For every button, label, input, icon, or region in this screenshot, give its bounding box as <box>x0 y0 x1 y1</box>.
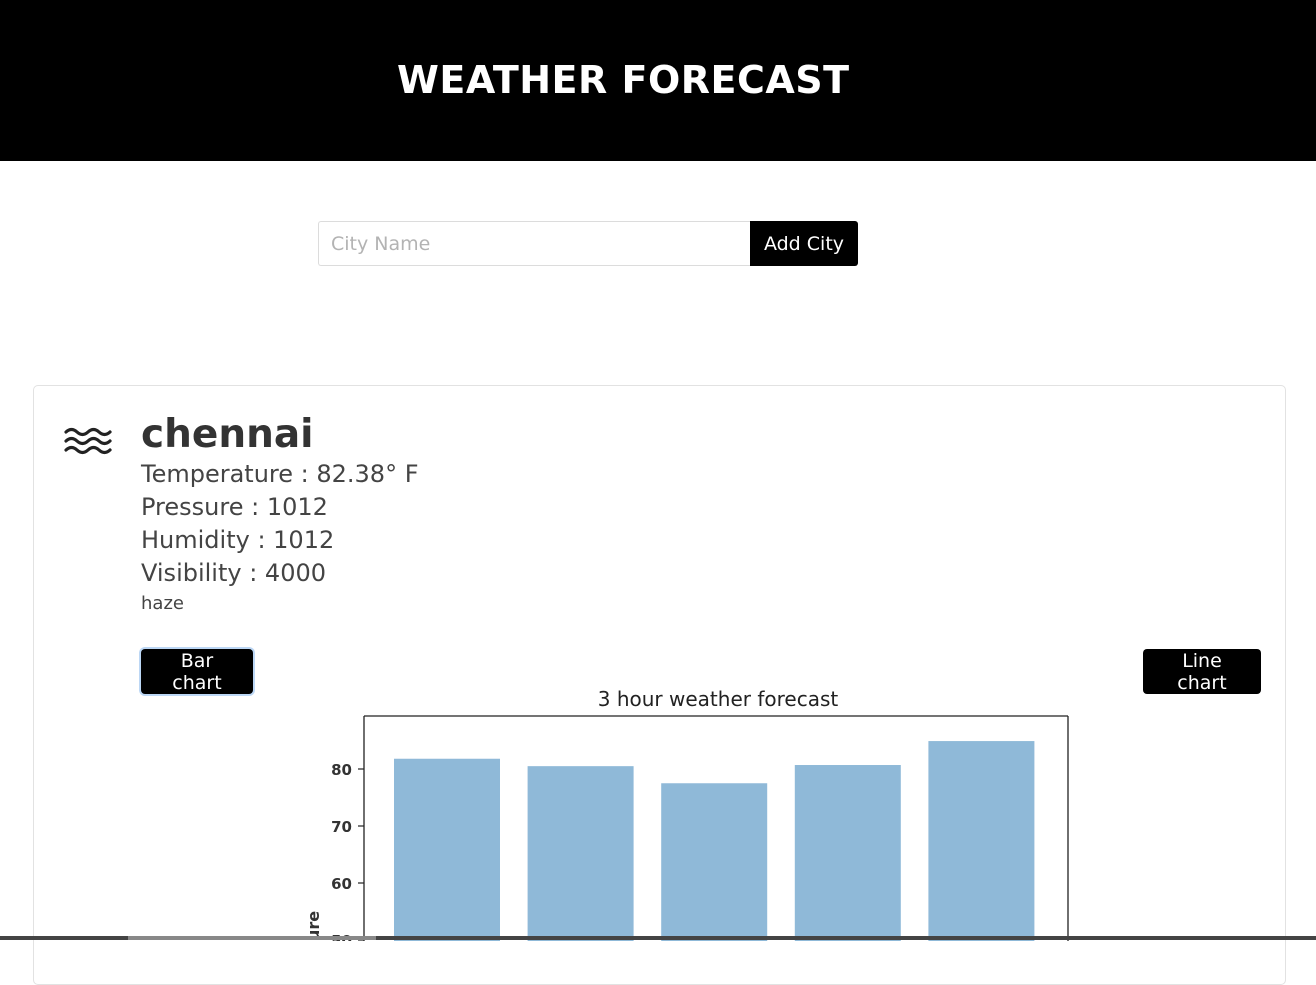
temperature-text: Temperature : 82.38° F <box>141 460 419 488</box>
forecast-bar-chart: 3 hour weather forecast80706050ure <box>304 687 1069 941</box>
visibility-text: Visibility : 4000 <box>141 559 327 587</box>
add-city-form: Add City <box>318 221 858 266</box>
page-header: WEATHER FORECAST <box>0 0 1316 161</box>
page-title: WEATHER FORECAST <box>397 58 850 102</box>
line-chart-button[interactable]: Line chart <box>1143 649 1261 694</box>
y-tick-label: 70 <box>331 818 352 836</box>
city-weather-card: chennai Temperature : 82.38° F Pressure … <box>33 385 1286 985</box>
city-name-input[interactable] <box>318 221 750 266</box>
chart-bar <box>661 783 768 941</box>
add-city-button[interactable]: Add City <box>750 221 858 266</box>
pressure-text: Pressure : 1012 <box>141 493 328 521</box>
horizontal-scrollbar-thumb[interactable] <box>128 936 376 940</box>
weather-description: haze <box>141 593 184 614</box>
y-tick-label: 60 <box>331 875 352 893</box>
bar-chart-button[interactable]: Bar chart <box>141 649 253 694</box>
humidity-text: Humidity : 1012 <box>141 526 335 554</box>
chart-bar <box>527 766 634 941</box>
chart-bar <box>794 765 901 941</box>
haze-icon <box>64 427 112 455</box>
chart-title: 3 hour weather forecast <box>598 687 839 711</box>
chart-bar <box>394 758 500 941</box>
city-name: chennai <box>141 412 314 457</box>
y-tick-label: 80 <box>331 761 352 779</box>
chart-bar <box>928 741 1035 941</box>
